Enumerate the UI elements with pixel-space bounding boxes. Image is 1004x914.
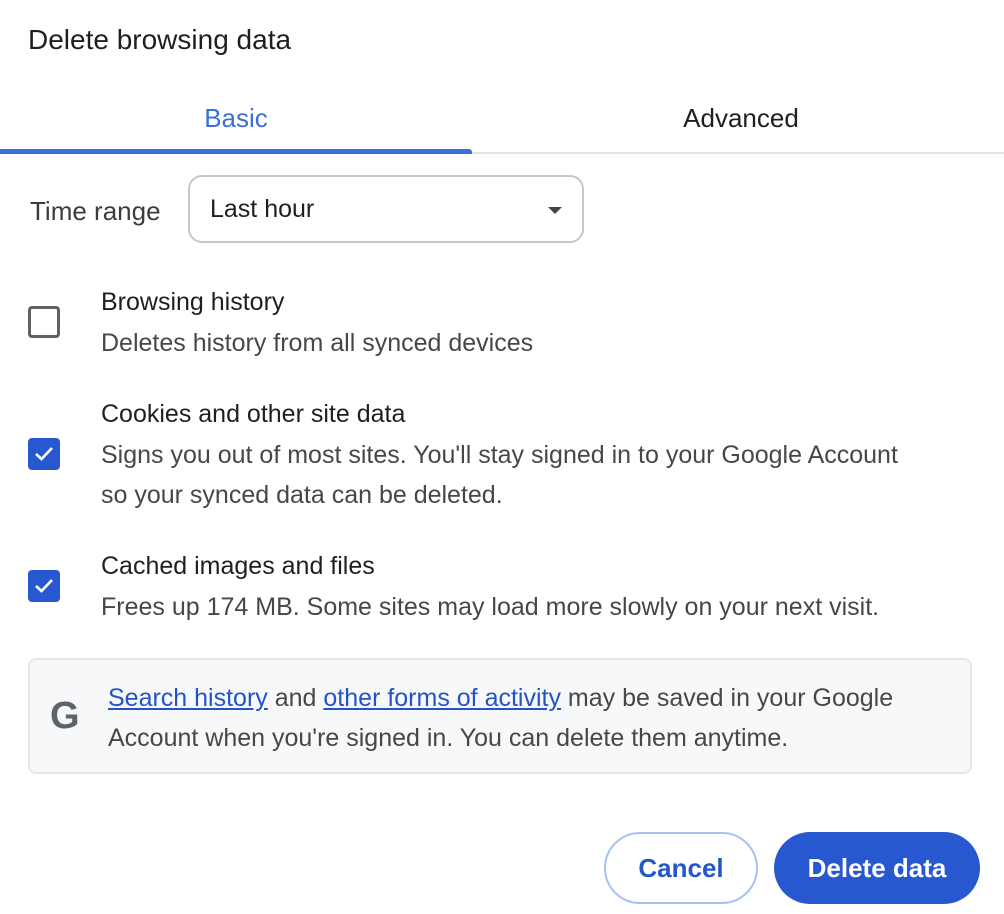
option-description: Signs you out of most sites. You'll stay…	[101, 441, 898, 509]
google-activity-notice: G Search history and other forms of acti…	[28, 658, 972, 774]
active-tab-indicator	[0, 149, 472, 154]
time-range-value: Last hour	[210, 194, 315, 223]
cookies-checkbox[interactable]	[28, 438, 60, 470]
notice-text: Search history and other forms of activi…	[108, 684, 894, 752]
checkmark-icon	[35, 447, 53, 461]
cached-files-checkbox[interactable]	[28, 570, 60, 602]
tab-advanced[interactable]: Advanced	[486, 84, 996, 152]
option-title: Cookies and other site data	[101, 400, 406, 428]
search-history-link[interactable]: Search history	[108, 684, 268, 712]
option-description: Frees up 174 MB. Some sites may load mor…	[101, 593, 880, 621]
google-g-icon: G	[50, 695, 80, 737]
dialog-title: Delete browsing data	[28, 24, 292, 55]
delete-data-button[interactable]: Delete data	[774, 832, 980, 904]
browsing-history-checkbox[interactable]	[28, 306, 60, 338]
option-title: Cached images and files	[101, 552, 375, 580]
other-activity-link[interactable]: other forms of activity	[323, 684, 561, 712]
time-range-select[interactable]: Last hour	[188, 175, 584, 243]
cancel-button[interactable]: Cancel	[604, 832, 758, 904]
dropdown-caret-icon	[548, 207, 562, 214]
tab-basic[interactable]: Basic	[0, 84, 472, 152]
option-description: Deletes history from all synced devices	[101, 329, 534, 357]
option-title: Browsing history	[101, 288, 285, 316]
checkmark-icon	[35, 579, 53, 593]
tab-bar: Basic Advanced	[0, 84, 1004, 154]
time-range-label: Time range	[30, 196, 161, 226]
